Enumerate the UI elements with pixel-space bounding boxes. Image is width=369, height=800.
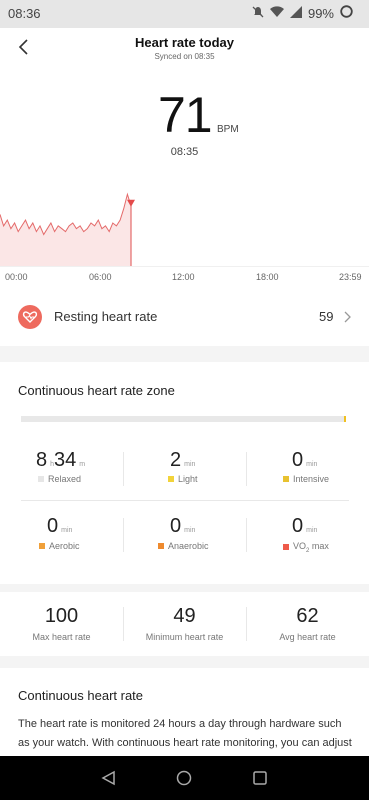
zone-aerobic-value: 0 min [47, 515, 73, 537]
x-tick: 00:00 [5, 272, 28, 282]
x-tick: 12:00 [172, 272, 195, 282]
min-heart-rate-label: Minimum heart rate [145, 632, 224, 642]
current-bpm-value: 71 [158, 87, 213, 143]
divider [123, 452, 124, 486]
nav-back-icon[interactable] [101, 770, 117, 786]
system-navigation-bar [0, 756, 369, 800]
status-time: 08:36 [8, 6, 41, 21]
zone-progress-bar [21, 416, 346, 422]
resting-heart-rate-label: Resting heart rate [54, 309, 158, 324]
max-heart-rate-label: Max heart rate [32, 632, 91, 642]
nav-recents-icon[interactable] [252, 770, 268, 786]
avg-heart-rate-value: 62 [296, 605, 319, 627]
divider [123, 518, 124, 552]
zone-aerobic-label: Aerobic [39, 541, 80, 551]
zone-light-value: 2 min [170, 449, 196, 471]
current-bpm-time: 08:35 [170, 146, 199, 158]
mute-icon [252, 6, 264, 21]
max-heart-rate-value: 100 [44, 605, 79, 627]
zone-progress-marker [344, 416, 346, 422]
x-tick: 18:00 [256, 272, 279, 282]
battery-icon [340, 5, 353, 21]
min-heart-rate-value: 49 [173, 605, 196, 627]
page-title: Heart rate today [135, 35, 234, 50]
zone-title: Continuous heart rate zone [18, 383, 175, 398]
avg-heart-rate-label: Avg heart rate [279, 632, 336, 642]
status-bar: 08:36 99% [0, 0, 369, 28]
zone-progress-fill [21, 416, 343, 422]
zone-vo2max-label: VO2 max [283, 541, 329, 554]
sync-status: Synced on 08:35 [154, 52, 215, 61]
x-tick: 23:59 [339, 272, 362, 282]
heart-rate-chart[interactable] [0, 180, 369, 270]
x-tick: 06:00 [89, 272, 112, 282]
zone-anaerobic-label: Anaerobic [158, 541, 209, 551]
zone-light-label: Light [168, 474, 198, 484]
battery-text: 99% [307, 5, 334, 21]
zone-vo2max-value: 0 min [292, 515, 318, 537]
zone-intensive-label: Intensive [283, 474, 329, 484]
divider [246, 452, 247, 486]
zone-relaxed-value: 8 h34 m [36, 449, 86, 471]
continuous-description: The heart rate is monitored 24 hours a d… [18, 718, 352, 749]
chevron-right-icon [344, 311, 351, 323]
signal-icon [289, 5, 302, 21]
resting-heart-rate-value: 59 [319, 309, 334, 324]
heart-icon [18, 305, 42, 329]
wifi-icon [269, 5, 284, 21]
zone-anaerobic-value: 0 min [170, 515, 196, 537]
zone-intensive-value: 0 min [292, 449, 318, 471]
divider [21, 500, 349, 501]
chart-baseline [0, 266, 369, 267]
zone-relaxed-label: Relaxed [38, 474, 81, 484]
bpm-unit: BPM [217, 124, 239, 135]
continuous-title: Continuous heart rate [18, 688, 144, 703]
nav-home-icon[interactable] [176, 770, 192, 786]
divider [246, 518, 247, 552]
